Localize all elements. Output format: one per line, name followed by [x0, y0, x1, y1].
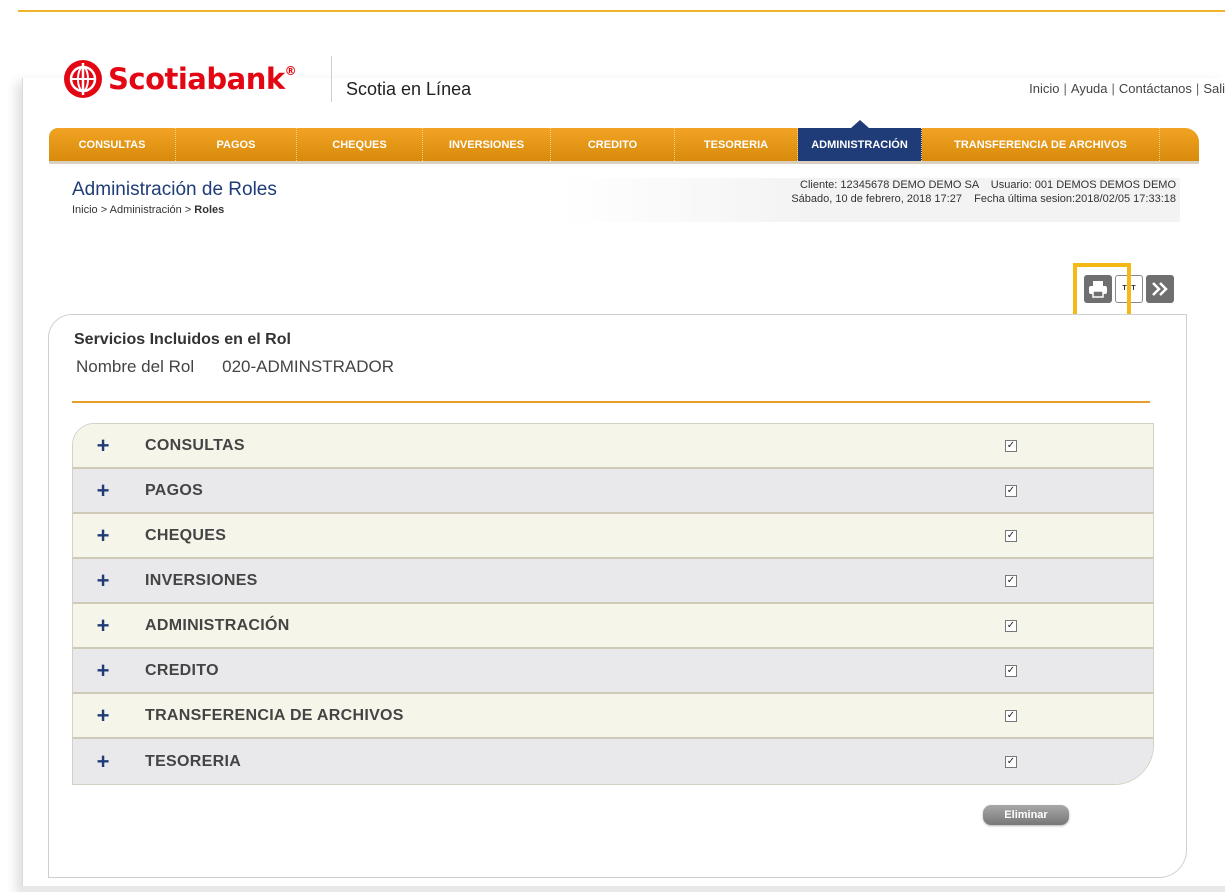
- breadcrumb-path: Inicio > Administración >: [72, 204, 195, 216]
- service-label: ADMINISTRACIÓN: [145, 616, 290, 634]
- service-checkbox[interactable]: ✓: [1005, 709, 1017, 722]
- nav-consultas[interactable]: CONSULTAS: [49, 128, 176, 161]
- link-contactanos[interactable]: Contáctanos: [1119, 81, 1192, 96]
- service-row[interactable]: + CHEQUES ✓: [73, 514, 1153, 559]
- service-label: TRANSFERENCIA DE ARCHIVOS: [145, 706, 404, 724]
- link-inicio[interactable]: Inicio: [1029, 81, 1059, 96]
- nav-credito[interactable]: CREDITO: [551, 128, 675, 161]
- top-links: Inicio | Ayuda | Contáctanos | Sali: [1029, 81, 1225, 96]
- link-separator: |: [1111, 81, 1115, 96]
- double-chevron-right-icon[interactable]: [1146, 275, 1174, 303]
- link-ayuda[interactable]: Ayuda: [1071, 81, 1108, 96]
- breadcrumb: Inicio > Administración > Roles: [72, 204, 224, 216]
- service-checkbox[interactable]: ✓: [1005, 619, 1017, 632]
- service-checkbox[interactable]: ✓: [1005, 574, 1017, 587]
- service-checkbox[interactable]: ✓: [1005, 439, 1017, 452]
- nav-cheques[interactable]: CHEQUES: [297, 128, 423, 161]
- bottom-bar: [22, 886, 1225, 892]
- service-checkbox[interactable]: ✓: [1005, 529, 1017, 542]
- nav-transferencia-archivos[interactable]: TRANSFERENCIA DE ARCHIVOS: [922, 128, 1160, 161]
- top-accent-line: [18, 10, 1225, 12]
- service-label: CONSULTAS: [145, 436, 245, 454]
- globe-logo-icon: [64, 60, 102, 98]
- service-row[interactable]: + ADMINISTRACIÓN ✓: [73, 604, 1153, 649]
- role-name-label: Nombre del Rol: [76, 357, 195, 376]
- service-label: CHEQUES: [145, 526, 227, 544]
- delete-button[interactable]: Eliminar: [983, 805, 1069, 825]
- expand-plus-icon[interactable]: +: [73, 614, 133, 636]
- service-label: INVERSIONES: [145, 571, 258, 589]
- service-row[interactable]: + TESORERIA ✓: [73, 739, 1153, 784]
- service-label: CREDITO: [145, 661, 219, 679]
- service-label: TESORERIA: [145, 752, 242, 770]
- service-row[interactable]: + CREDITO ✓: [73, 649, 1153, 694]
- service-row[interactable]: + INVERSIONES ✓: [73, 559, 1153, 604]
- nav-pagos[interactable]: PAGOS: [176, 128, 297, 161]
- expand-plus-icon[interactable]: +: [73, 659, 133, 681]
- service-row[interactable]: + CONSULTAS ✓: [73, 424, 1153, 469]
- app-title: Scotia en Línea: [346, 79, 472, 99]
- link-salir[interactable]: Sali: [1203, 81, 1225, 96]
- expand-plus-icon[interactable]: +: [73, 750, 133, 772]
- session-client-user: Cliente: 12345678 DEMO DEMO SA Usuario: …: [800, 179, 1176, 191]
- expand-plus-icon[interactable]: +: [73, 479, 133, 501]
- expand-plus-icon[interactable]: +: [73, 704, 133, 726]
- link-separator: |: [1063, 81, 1067, 96]
- nav-inversiones[interactable]: INVERSIONES: [423, 128, 551, 161]
- service-checkbox[interactable]: ✓: [1005, 664, 1017, 677]
- role-name-value: 020-ADMINSTRADOR: [222, 357, 395, 376]
- nav-administracion[interactable]: ADMINISTRACIÓN: [798, 120, 922, 161]
- highlight-box: [1073, 263, 1131, 321]
- expand-plus-icon[interactable]: +: [73, 434, 133, 456]
- brand-name: Scotiabank®: [108, 62, 297, 96]
- logo-divider: [331, 56, 332, 102]
- service-label: PAGOS: [145, 481, 204, 499]
- services-list: + CONSULTAS ✓ + PAGOS ✓ + CHEQUES ✓ + IN…: [72, 423, 1154, 785]
- role-name-row: Nombre del Rol 020-ADMINSTRADOR: [76, 357, 394, 377]
- breadcrumb-current: Roles: [194, 204, 225, 216]
- panel-title: Servicios Incluidos en el Rol: [74, 331, 291, 348]
- expand-plus-icon[interactable]: +: [73, 524, 133, 546]
- session-date: Sábado, 10 de febrero, 2018 17:27 Fecha …: [791, 193, 1176, 205]
- session-info: Cliente: 12345678 DEMO DEMO SA Usuario: …: [560, 178, 1180, 222]
- nav-tesoreria[interactable]: TESORERIA: [675, 128, 798, 161]
- service-checkbox[interactable]: ✓: [1005, 755, 1017, 768]
- service-checkbox[interactable]: ✓: [1005, 484, 1017, 497]
- expand-plus-icon[interactable]: +: [73, 569, 133, 591]
- service-row[interactable]: + TRANSFERENCIA DE ARCHIVOS ✓: [73, 694, 1153, 739]
- section-divider: [72, 401, 1150, 403]
- scotiabank-logo[interactable]: Scotiabank®: [64, 60, 297, 98]
- service-row[interactable]: + PAGOS ✓: [73, 469, 1153, 514]
- main-nav: CONSULTAS PAGOS CHEQUES INVERSIONES CRED…: [49, 120, 1199, 164]
- page-title: Administración de Roles: [72, 179, 277, 200]
- link-separator: |: [1195, 81, 1200, 96]
